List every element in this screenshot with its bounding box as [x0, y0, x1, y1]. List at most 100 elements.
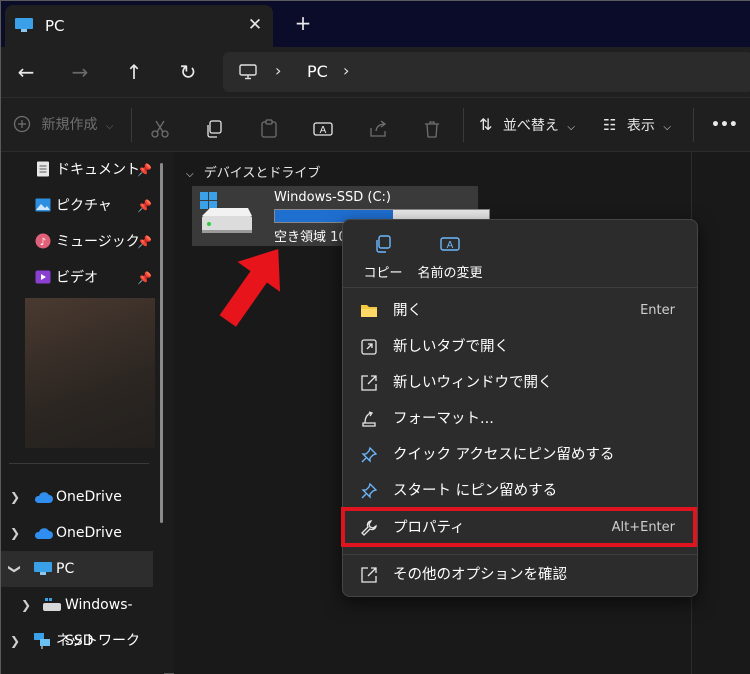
sidebar-item-music[interactable]: ♪ ミュージック 📌 — [1, 224, 159, 260]
new-tab-button[interactable]: + — [291, 11, 315, 35]
drive-name: Windows-SSD (C:) — [274, 190, 391, 205]
menu-divider — [343, 554, 697, 555]
menu-item-open-new-tab[interactable]: 新しいタブで開く — [349, 329, 691, 365]
chevron-down-icon: ⌵ — [567, 122, 575, 133]
breadcrumb-pc[interactable]: PC — [307, 62, 328, 81]
menu-item-pin-start[interactable]: スタート にピン留めする — [349, 473, 691, 509]
chevron-down-icon: ⌵ — [186, 169, 194, 180]
sidebar-item-network[interactable]: ❯ ネットワーク — [1, 623, 159, 659]
video-icon — [35, 270, 51, 284]
new-tab-icon — [361, 339, 377, 355]
explorer-window: PC ✕ + ← → ↑ ↻ › PC › 新規作成 ⌵ A ⇅ 並べ替え ⌵ … — [0, 0, 750, 674]
menu-item-pin-quick-access[interactable]: クイック アクセスにピン留めする — [349, 437, 691, 473]
share-icon[interactable] — [368, 116, 388, 142]
sidebar-item-label: OneDrive — [56, 489, 122, 505]
pin-icon[interactable]: 📌 — [137, 260, 152, 296]
section-title: デバイスとドライブ — [203, 166, 321, 181]
pin-icon — [361, 446, 378, 463]
command-bar: 新規作成 ⌵ A ⇅ 並べ替え ⌵ ☷ 表示 ⌵ ••• — [1, 97, 750, 152]
folder-icon — [361, 305, 377, 317]
sidebar-item-onedrive-2[interactable]: ❯ OneDrive — [1, 515, 159, 551]
menu-item-more-options[interactable]: その他のオプションを確認 — [349, 557, 691, 593]
sidebar-item-label: ドキュメント — [56, 162, 140, 178]
rename-label: 名前の変更 — [417, 266, 483, 281]
divider — [693, 108, 694, 142]
chevron-down-icon: ⌵ — [105, 121, 114, 132]
navigation-pane: ドキュメント 📌 ピクチャ 📌 ♪ ミュージック 📌 ビデオ 📌 ❯ OneDr… — [1, 152, 164, 674]
menu-item-label: 新しいウィンドウで開く — [393, 375, 553, 391]
cut-icon[interactable] — [150, 116, 170, 142]
chevron-down-icon: ⌵ — [663, 122, 671, 133]
refresh-button[interactable]: ↻ — [173, 57, 203, 87]
menu-item-label: 新しいタブで開く — [393, 339, 509, 355]
navigation-bar: ← → ↑ ↻ › PC › — [1, 47, 750, 97]
pictures-icon — [35, 198, 51, 212]
back-button[interactable]: ← — [11, 57, 41, 87]
annotation-arrow — [219, 248, 281, 327]
pin-icon[interactable]: 📌 — [137, 152, 152, 188]
view-button-label: 表示 — [626, 118, 655, 134]
sidebar-item-pc[interactable]: ❯ PC — [1, 551, 153, 587]
svg-text:A: A — [320, 125, 327, 136]
menu-item-label: フォーマット... — [393, 411, 494, 427]
network-icon — [34, 633, 50, 649]
address-bar[interactable]: › PC › — [223, 52, 750, 92]
tab-pc[interactable]: PC ✕ — [5, 5, 273, 47]
format-icon — [362, 411, 376, 427]
new-button-label: 新規作成 — [41, 117, 98, 133]
computer-icon — [239, 64, 257, 80]
divider — [9, 463, 149, 464]
sidebar-item-windows-ssd[interactable]: ❯ Windows-SSD — [1, 587, 159, 649]
pin-icon[interactable]: 📌 — [137, 224, 152, 260]
annotation-highlight-box — [341, 507, 697, 547]
sidebar-item-label: ミュージック — [56, 234, 140, 250]
svg-text:♪: ♪ — [40, 237, 46, 248]
more-options-button[interactable]: ••• — [711, 112, 738, 138]
copy-icon[interactable] — [204, 116, 224, 142]
menu-item-open[interactable]: 開く Enter — [349, 293, 691, 329]
pin-icon[interactable]: 📌 — [137, 188, 152, 224]
copy-icon — [376, 235, 391, 253]
delete-icon[interactable] — [422, 116, 442, 142]
chevron-right-icon[interactable]: ❯ — [21, 587, 31, 623]
monitor-icon — [15, 18, 33, 32]
chevron-down-icon[interactable]: ❯ — [0, 564, 33, 574]
sidebar-item-pictures[interactable]: ピクチャ 📌 — [1, 188, 159, 224]
divider — [131, 108, 132, 142]
monitor-icon — [34, 562, 52, 575]
view-button[interactable]: ☷ 表示 ⌵ — [603, 112, 671, 138]
section-header[interactable]: ⌵ デバイスとドライブ — [186, 162, 320, 181]
sidebar-item-label: ネットワーク — [56, 633, 140, 649]
menu-item-format[interactable]: フォーマット... — [349, 401, 691, 437]
breadcrumb-chevron[interactable]: › — [343, 61, 349, 80]
more-options-icon — [361, 567, 377, 583]
details-pane — [691, 152, 750, 674]
breadcrumb-chevron[interactable]: › — [275, 61, 281, 80]
copy-button[interactable]: コピー — [361, 230, 405, 281]
menu-item-label: クイック アクセスにピン留めする — [393, 447, 615, 463]
drive-icon — [200, 192, 252, 233]
sort-button[interactable]: ⇅ 並べ替え ⌵ — [479, 112, 575, 138]
tab-title: PC — [45, 17, 65, 35]
sidebar-item-videos[interactable]: ビデオ 📌 — [1, 260, 159, 296]
cloud-icon — [34, 528, 53, 539]
chevron-right-icon[interactable]: ❯ — [10, 479, 20, 515]
scrollbar[interactable] — [160, 163, 163, 523]
rename-icon: A — [440, 237, 460, 251]
close-icon[interactable]: ✕ — [243, 13, 267, 37]
rename-button[interactable]: A 名前の変更 — [413, 230, 487, 281]
chevron-right-icon[interactable]: ❯ — [10, 515, 20, 551]
divider — [463, 108, 464, 142]
new-button[interactable]: 新規作成 ⌵ — [13, 112, 114, 138]
sidebar-item-onedrive[interactable]: ❯ OneDrive — [1, 479, 159, 515]
forward-button[interactable]: → — [65, 57, 95, 87]
up-button[interactable]: ↑ — [119, 57, 149, 87]
sidebar-item-documents[interactable]: ドキュメント 📌 — [1, 152, 159, 188]
rename-icon[interactable]: A — [313, 116, 333, 142]
pin-icon — [361, 482, 378, 499]
chevron-right-icon[interactable]: ❯ — [10, 623, 20, 659]
sidebar-item-label: ビデオ — [56, 270, 98, 286]
menu-item-open-new-window[interactable]: 新しいウィンドウで開く — [349, 365, 691, 401]
paste-icon[interactable] — [259, 116, 279, 142]
blurred-region — [25, 298, 155, 448]
